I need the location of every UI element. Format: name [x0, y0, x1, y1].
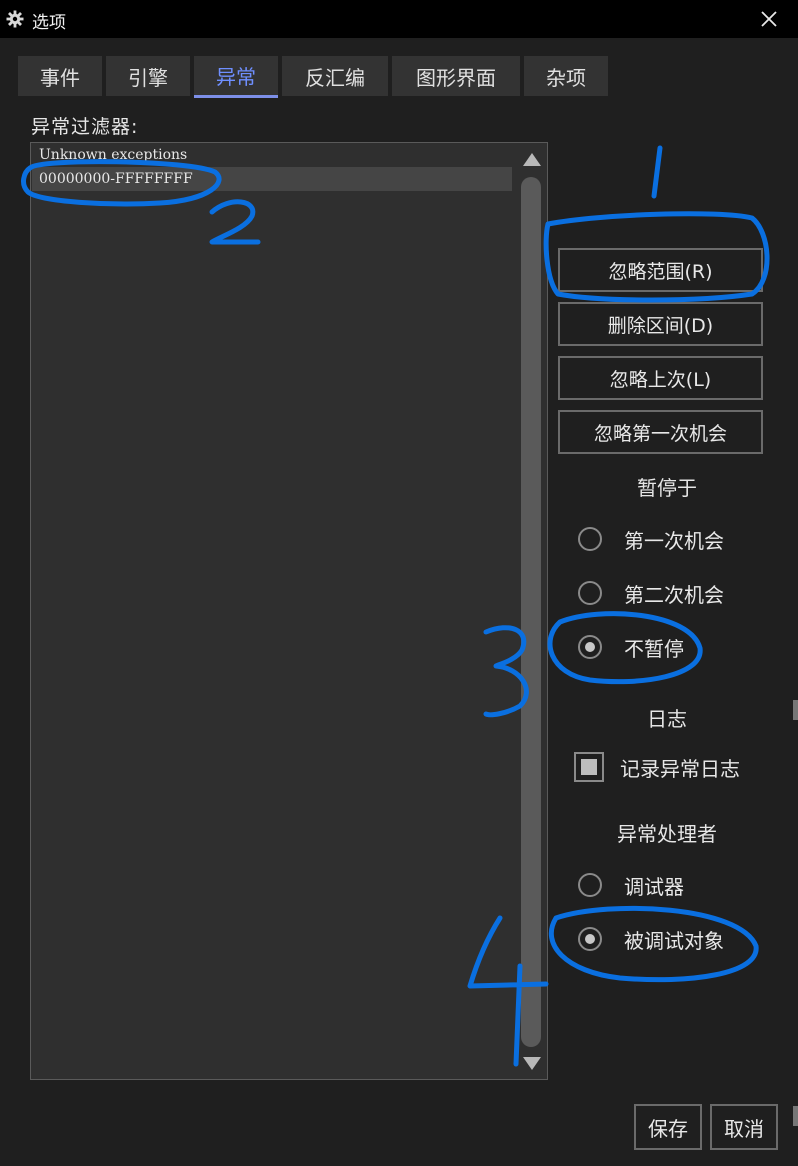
cancel-button[interactable]: 取消: [710, 1104, 778, 1150]
exception-handler-title: 异常处理者: [617, 822, 717, 846]
tab-exceptions[interactable]: 异常: [194, 56, 278, 98]
radio-debugger[interactable]: 调试器: [578, 870, 684, 900]
pause-on-title: 暂停于: [637, 476, 697, 500]
exception-filter-list[interactable]: Unknown exceptions 00000000-FFFFFFFF: [30, 142, 548, 1080]
save-button[interactable]: 保存: [634, 1104, 702, 1150]
radio-button[interactable]: [578, 873, 602, 897]
radio-label: 调试器: [624, 874, 684, 899]
radio-button[interactable]: [578, 527, 602, 551]
radio-debuggee[interactable]: 被调试对象: [578, 924, 724, 954]
tab-disassembly[interactable]: 反汇编: [282, 56, 388, 96]
checkbox-label: 记录异常日志: [620, 756, 740, 781]
radio-button[interactable]: [578, 581, 602, 605]
list-item[interactable]: 00000000-FFFFFFFF: [32, 167, 512, 191]
annotation-digit-1: [651, 145, 663, 199]
radio-button[interactable]: [578, 927, 602, 951]
radio-first-chance[interactable]: 第一次机会: [578, 524, 724, 554]
window-title: 选项: [32, 13, 66, 33]
radio-label: 第二次机会: [624, 582, 724, 607]
radio-label: 第一次机会: [624, 528, 724, 553]
radio-label: 不暂停: [624, 636, 684, 661]
tab-misc[interactable]: 杂项: [524, 56, 608, 96]
exception-filter-label: 异常过滤器:: [31, 116, 139, 138]
radio-second-chance[interactable]: 第二次机会: [578, 578, 724, 608]
close-button[interactable]: [740, 0, 798, 38]
gear-icon: [6, 10, 24, 28]
radio-label: 被调试对象: [624, 928, 724, 953]
close-icon: [761, 11, 777, 27]
tab-events[interactable]: 事件: [18, 56, 102, 96]
log-exceptions-checkbox-row[interactable]: 记录异常日志: [574, 751, 740, 783]
scroll-thumb[interactable]: [521, 177, 541, 1047]
list-item[interactable]: Unknown exceptions: [32, 143, 512, 167]
radio-button[interactable]: [578, 635, 602, 659]
ignore-last-button[interactable]: 忽略上次(L): [558, 356, 763, 400]
tab-gui[interactable]: 图形界面: [392, 56, 520, 96]
ignore-first-chance-button[interactable]: 忽略第一次机会: [558, 410, 763, 454]
title-bar: 选项: [0, 0, 798, 38]
log-title: 日志: [647, 707, 687, 731]
radio-no-pause[interactable]: 不暂停: [578, 632, 684, 662]
vertical-scrollbar[interactable]: [515, 143, 548, 1079]
window-edge: [793, 700, 798, 720]
log-exceptions-checkbox[interactable]: [574, 752, 604, 782]
scroll-up-icon[interactable]: [523, 153, 541, 166]
window-edge: [793, 1106, 798, 1126]
delete-range-button[interactable]: 删除区间(D): [558, 302, 763, 346]
scroll-down-icon[interactable]: [523, 1057, 541, 1070]
ignore-range-button[interactable]: 忽略范围(R): [558, 248, 763, 292]
tab-engine[interactable]: 引擎: [106, 56, 190, 96]
